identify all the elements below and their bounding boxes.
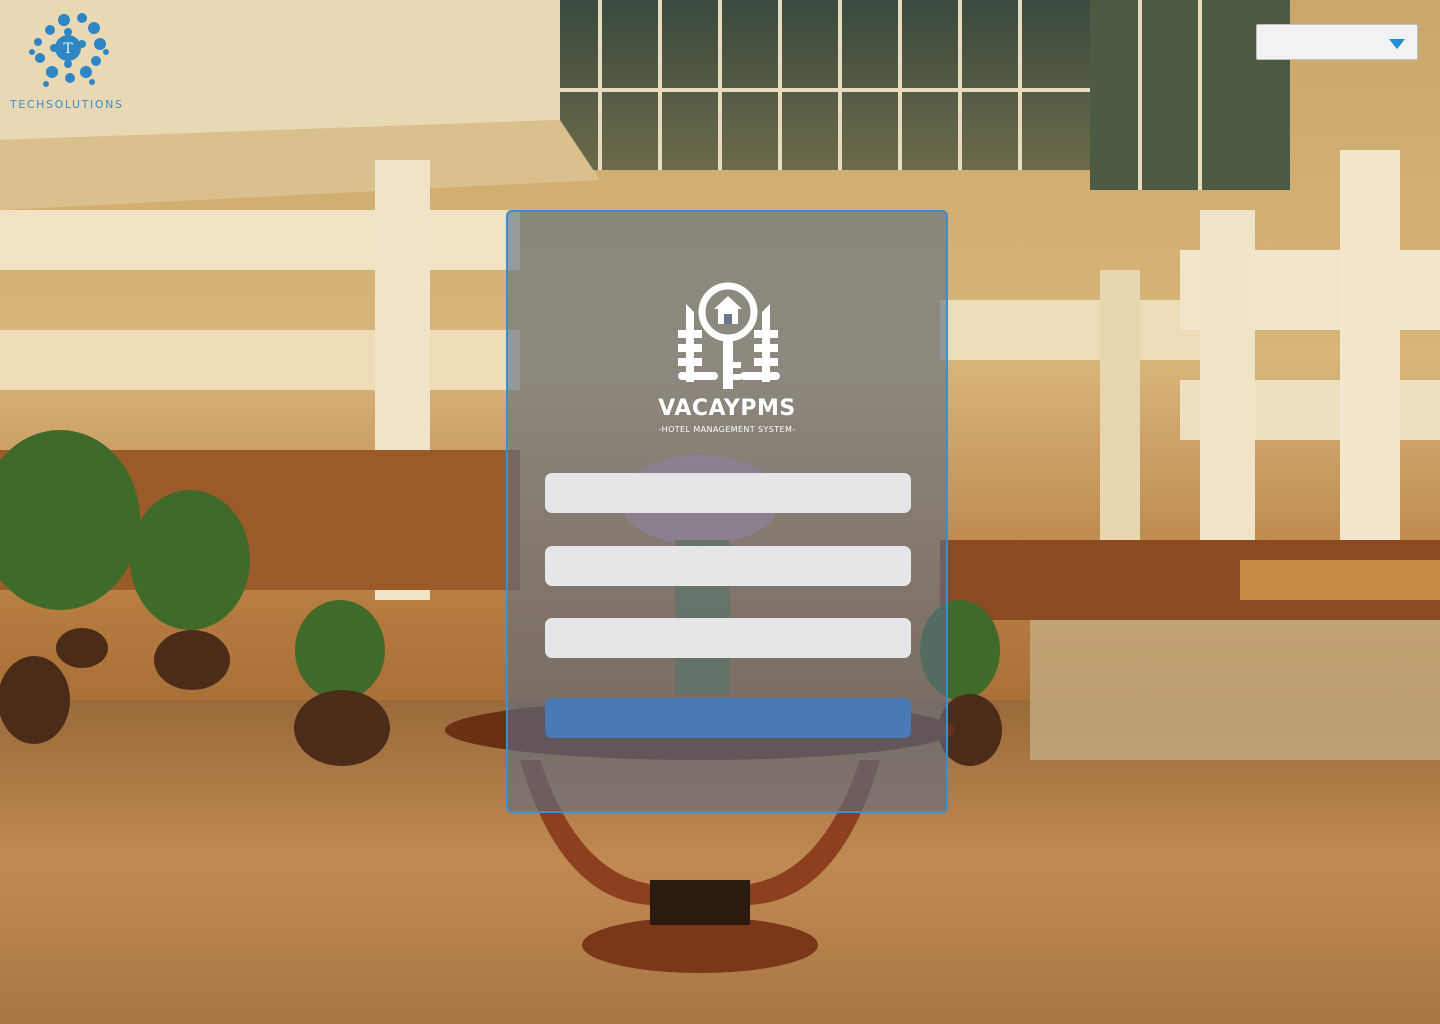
app-tagline: -HOTEL MANAGEMENT SYSTEM-	[658, 425, 796, 434]
brand-name: TECHSOLUTIONS	[10, 98, 124, 111]
login-field-2[interactable]	[545, 546, 911, 586]
language-dropdown[interactable]	[1256, 24, 1418, 60]
svg-text:T: T	[63, 41, 73, 57]
login-panel: VACAYPMS -HOTEL MANAGEMENT SYSTEM-	[506, 210, 948, 813]
login-field-1[interactable]	[545, 473, 911, 513]
techsolutions-logo: T TECHSOLUTIONS	[6, 6, 130, 114]
bubble-circle-logo-icon: T	[29, 13, 109, 87]
login-field-3[interactable]	[545, 618, 911, 658]
caret-down-icon	[1389, 39, 1405, 49]
app-name: VACAYPMS	[658, 396, 796, 421]
login-page: T TECHSOLUTIONS VACAYPMS -HOTEL MANAGEME…	[0, 0, 1440, 1024]
login-button[interactable]	[545, 698, 911, 738]
